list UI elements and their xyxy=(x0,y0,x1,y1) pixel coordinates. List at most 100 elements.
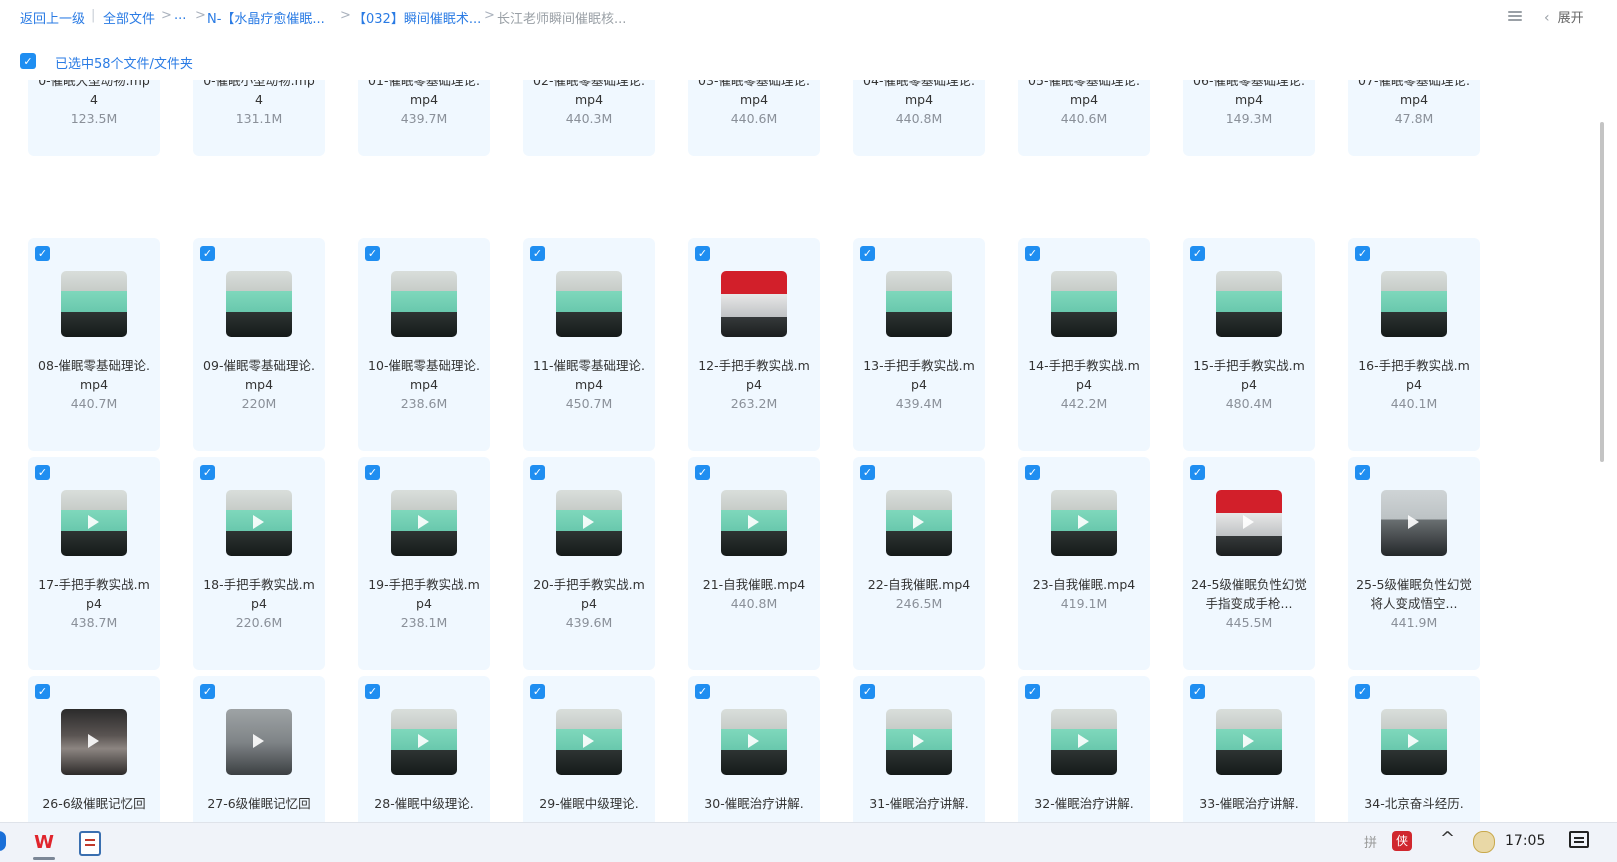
file-checkbox[interactable]: ✓ xyxy=(1190,465,1205,480)
video-thumbnail[interactable] xyxy=(1216,709,1282,775)
file-card[interactable]: ✓ 11-催眠零基础理论.mp4 450.7M xyxy=(523,238,655,451)
file-card[interactable]: 06-催眠零基础理论.mp4 149.3M xyxy=(1183,80,1315,156)
breadcrumb-level1[interactable]: N-【水晶疗愈催眠... xyxy=(207,8,325,27)
video-thumbnail[interactable] xyxy=(721,271,787,337)
file-checkbox[interactable]: ✓ xyxy=(860,465,875,480)
video-thumbnail[interactable] xyxy=(721,709,787,775)
select-all-checkbox[interactable]: ✓ xyxy=(20,53,36,69)
breadcrumb-level2[interactable]: 【032】瞬间催眠术... xyxy=(353,8,481,27)
file-checkbox[interactable]: ✓ xyxy=(860,684,875,699)
scrollbar[interactable] xyxy=(1597,80,1607,822)
file-card[interactable]: ✓ 19-手把手教实战.mp4 238.1M xyxy=(358,457,490,670)
clock[interactable]: 17:05 xyxy=(1505,833,1545,849)
video-thumbnail[interactable] xyxy=(1051,271,1117,337)
file-card[interactable]: 0-催眠小型动物.mp4 131.1M xyxy=(193,80,325,156)
file-checkbox[interactable]: ✓ xyxy=(365,684,380,699)
file-checkbox[interactable]: ✓ xyxy=(1190,246,1205,261)
file-card[interactable]: ✓ 33-催眠治疗讲解. xyxy=(1183,676,1315,822)
file-card[interactable]: ✓ 09-催眠零基础理论.mp4 220M xyxy=(193,238,325,451)
video-thumbnail[interactable] xyxy=(391,709,457,775)
video-thumbnail[interactable] xyxy=(721,490,787,556)
file-card[interactable]: ✓ 08-催眠零基础理论.mp4 440.7M xyxy=(28,238,160,451)
file-card[interactable]: ✓ 34-北京奋斗经历. xyxy=(1348,676,1480,822)
file-checkbox[interactable]: ✓ xyxy=(1025,465,1040,480)
file-card[interactable]: 0-催眠大型动物.mp4 123.5M xyxy=(28,80,160,156)
notification-icon[interactable] xyxy=(1569,831,1589,848)
video-thumbnail[interactable] xyxy=(226,490,292,556)
video-thumbnail[interactable] xyxy=(886,271,952,337)
file-checkbox[interactable]: ✓ xyxy=(35,465,50,480)
video-thumbnail[interactable] xyxy=(226,271,292,337)
file-card[interactable]: ✓ 22-自我催眠.mp4 246.5M xyxy=(853,457,985,670)
file-card[interactable]: ✓ 24-5级催眠负性幻觉 手指变成手枪... 445.5M xyxy=(1183,457,1315,670)
file-checkbox[interactable]: ✓ xyxy=(860,246,875,261)
file-checkbox[interactable]: ✓ xyxy=(1355,684,1370,699)
file-card[interactable]: ✓ 26-6级催眠记忆回 xyxy=(28,676,160,822)
video-thumbnail[interactable] xyxy=(1381,490,1447,556)
file-card[interactable]: 07-催眠零基础理论.mp4 47.8M xyxy=(1348,80,1480,156)
list-view-icon[interactable] xyxy=(1508,9,1522,23)
video-thumbnail[interactable] xyxy=(1381,271,1447,337)
file-checkbox[interactable]: ✓ xyxy=(200,684,215,699)
file-checkbox[interactable]: ✓ xyxy=(200,246,215,261)
tray-app-icon[interactable]: 侠 xyxy=(1392,831,1412,851)
notepad-icon[interactable] xyxy=(79,831,101,856)
video-thumbnail[interactable] xyxy=(1051,709,1117,775)
video-thumbnail[interactable] xyxy=(556,709,622,775)
tray-avatar-icon[interactable] xyxy=(1473,831,1495,853)
file-checkbox[interactable]: ✓ xyxy=(695,465,710,480)
file-checkbox[interactable]: ✓ xyxy=(530,246,545,261)
file-card[interactable]: ✓ 14-手把手教实战.mp4 442.2M xyxy=(1018,238,1150,451)
breadcrumb-ellipsis[interactable]: ... xyxy=(174,8,186,23)
file-checkbox[interactable]: ✓ xyxy=(530,465,545,480)
file-checkbox[interactable]: ✓ xyxy=(695,246,710,261)
file-card[interactable]: ✓ 30-催眠治疗讲解. xyxy=(688,676,820,822)
video-thumbnail[interactable] xyxy=(556,490,622,556)
file-card[interactable]: ✓ 27-6级催眠记忆回 xyxy=(193,676,325,822)
video-thumbnail[interactable] xyxy=(886,709,952,775)
file-card[interactable]: 04-催眠零基础理论.mp4 440.8M xyxy=(853,80,985,156)
video-thumbnail[interactable] xyxy=(1381,709,1447,775)
video-thumbnail[interactable] xyxy=(226,709,292,775)
file-checkbox[interactable]: ✓ xyxy=(530,684,545,699)
video-thumbnail[interactable] xyxy=(61,271,127,337)
video-thumbnail[interactable] xyxy=(1216,490,1282,556)
file-card[interactable]: ✓ 21-自我催眠.mp4 440.8M xyxy=(688,457,820,670)
file-checkbox[interactable]: ✓ xyxy=(35,684,50,699)
video-thumbnail[interactable] xyxy=(1051,490,1117,556)
file-card[interactable]: ✓ 32-催眠治疗讲解. xyxy=(1018,676,1150,822)
video-thumbnail[interactable] xyxy=(886,490,952,556)
breadcrumb-all-files[interactable]: 全部文件 xyxy=(103,8,155,27)
file-card[interactable]: ✓ 13-手把手教实战.mp4 439.4M xyxy=(853,238,985,451)
file-card[interactable]: 05-催眠零基础理论.mp4 440.6M xyxy=(1018,80,1150,156)
file-card[interactable]: 03-催眠零基础理论.mp4 440.6M xyxy=(688,80,820,156)
file-card[interactable]: ✓ 16-手把手教实战.mp4 440.1M xyxy=(1348,238,1480,451)
file-card[interactable]: ✓ 28-催眠中级理论. xyxy=(358,676,490,822)
video-thumbnail[interactable] xyxy=(391,271,457,337)
video-thumbnail[interactable] xyxy=(1216,271,1282,337)
file-card[interactable]: ✓ 15-手把手教实战.mp4 480.4M xyxy=(1183,238,1315,451)
file-card[interactable]: ✓ 20-手把手教实战.mp4 439.6M xyxy=(523,457,655,670)
file-checkbox[interactable]: ✓ xyxy=(365,465,380,480)
video-thumbnail[interactable] xyxy=(556,271,622,337)
video-thumbnail[interactable] xyxy=(391,490,457,556)
scrollbar-thumb[interactable] xyxy=(1600,122,1604,462)
back-link[interactable]: 返回上一级 xyxy=(20,8,85,27)
file-checkbox[interactable]: ✓ xyxy=(35,246,50,261)
wps-icon[interactable]: W xyxy=(33,831,55,853)
file-card[interactable]: ✓ 18-手把手教实战.mp4 220.6M xyxy=(193,457,325,670)
file-card[interactable]: 02-催眠零基础理论.mp4 440.3M xyxy=(523,80,655,156)
ime-indicator[interactable]: 拼 xyxy=(1364,832,1377,851)
file-card[interactable]: ✓ 17-手把手教实战.mp4 438.7M xyxy=(28,457,160,670)
file-checkbox[interactable]: ✓ xyxy=(1190,684,1205,699)
file-checkbox[interactable]: ✓ xyxy=(200,465,215,480)
file-checkbox[interactable]: ✓ xyxy=(1025,684,1040,699)
browser-icon[interactable] xyxy=(0,831,6,851)
video-thumbnail[interactable] xyxy=(61,490,127,556)
video-thumbnail[interactable] xyxy=(61,709,127,775)
file-checkbox[interactable]: ✓ xyxy=(365,246,380,261)
tray-expand-icon[interactable]: ^ xyxy=(1440,828,1455,849)
file-card[interactable]: ✓ 29-催眠中级理论. xyxy=(523,676,655,822)
expand-button[interactable]: ‹ 展开 xyxy=(1544,7,1584,26)
file-checkbox[interactable]: ✓ xyxy=(1355,246,1370,261)
